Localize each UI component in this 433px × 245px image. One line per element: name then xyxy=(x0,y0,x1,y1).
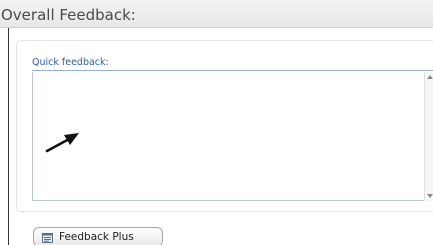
feedback-plus-icon xyxy=(42,233,53,243)
textarea-scrollbar[interactable] xyxy=(424,72,433,201)
left-border xyxy=(8,28,9,245)
overall-feedback-page: Overall Feedback: Quick feedback: Feedba… xyxy=(0,0,433,245)
quick-feedback-divider xyxy=(32,70,433,71)
arrow-cursor-icon xyxy=(45,133,79,153)
scroll-up-arrow-icon[interactable] xyxy=(427,75,433,79)
feedback-plus-label: Feedback Plus xyxy=(59,231,134,243)
scroll-down-arrow-icon[interactable] xyxy=(427,194,433,198)
quick-feedback-textarea[interactable] xyxy=(32,72,433,201)
section-title: Overall Feedback: xyxy=(1,6,136,24)
feedback-plus-button[interactable]: Feedback Plus xyxy=(33,227,163,245)
header-bar: Overall Feedback: xyxy=(0,0,433,28)
quick-feedback-label: Quick feedback: xyxy=(32,57,109,68)
